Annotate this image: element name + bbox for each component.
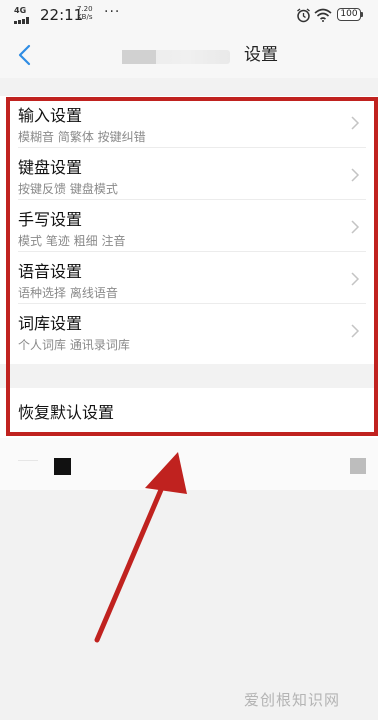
battery-tip (361, 12, 363, 17)
black-square-icon (54, 458, 71, 475)
signal-icon: 4G (14, 6, 40, 24)
settings-item-description: 模式 笔迹 粗细 注音 (18, 234, 126, 248)
settings-item-label: 键盘设置 (18, 158, 83, 177)
settings-item-description: 模糊音 简繁体 按键纠错 (18, 130, 146, 144)
reset-defaults-label: 恢复默认设置 (18, 403, 115, 422)
more-notifications-icon: ··· (104, 4, 121, 20)
settings-item-handwriting[interactable]: 手写设置 模式 笔迹 粗细 注音 (0, 200, 378, 252)
settings-item-label: 词库设置 (18, 314, 83, 333)
grey-square-icon (350, 458, 366, 474)
watermark-text: 爱创根知识网 (244, 691, 341, 709)
network-speed-unit: KB/s (77, 13, 93, 21)
settings-item-label: 输入设置 (18, 106, 83, 125)
battery-icon: 100 (337, 8, 361, 21)
status-bar: 4G 22:11 7.20 KB/s ··· 100 (0, 0, 378, 32)
wifi-icon (314, 8, 332, 22)
reset-defaults-button[interactable]: 恢复默认设置 (0, 388, 378, 438)
settings-item-input[interactable]: 输入设置 模糊音 简繁体 按键纠错 (0, 96, 378, 148)
chevron-right-icon (351, 272, 360, 286)
alarm-icon (297, 8, 310, 23)
settings-item-description: 个人词库 通讯录词库 (18, 338, 130, 352)
settings-item-dictionary[interactable]: 词库设置 个人词库 通讯录词库 (0, 304, 378, 356)
back-button[interactable] (12, 41, 38, 69)
settings-item-label: 手写设置 (18, 210, 83, 229)
chevron-right-icon (351, 116, 360, 130)
network-speed: 7.20 KB/s (77, 5, 93, 21)
chevron-right-icon (351, 324, 360, 338)
network-type: 4G (14, 6, 27, 15)
page-title: 设置 (244, 45, 278, 65)
section-gap (0, 364, 378, 388)
chevron-right-icon (351, 168, 360, 182)
network-speed-value: 7.20 (77, 5, 93, 13)
chevron-right-icon (351, 220, 360, 234)
top-bar: 设置 (0, 32, 378, 78)
settings-item-description: 按键反馈 键盘模式 (18, 182, 118, 196)
settings-item-description: 语种选择 离线语音 (18, 286, 118, 300)
settings-item-voice[interactable]: 语音设置 语种选择 离线语音 (0, 252, 378, 304)
settings-list: 输入设置 模糊音 简繁体 按键纠错 键盘设置 按键反馈 键盘模式 手写设置 模式… (0, 96, 378, 364)
faint-text-line (18, 460, 38, 461)
settings-item-keyboard[interactable]: 键盘设置 按键反馈 键盘模式 (0, 148, 378, 200)
bottom-strip (0, 438, 378, 490)
settings-item-label: 语音设置 (18, 262, 83, 281)
